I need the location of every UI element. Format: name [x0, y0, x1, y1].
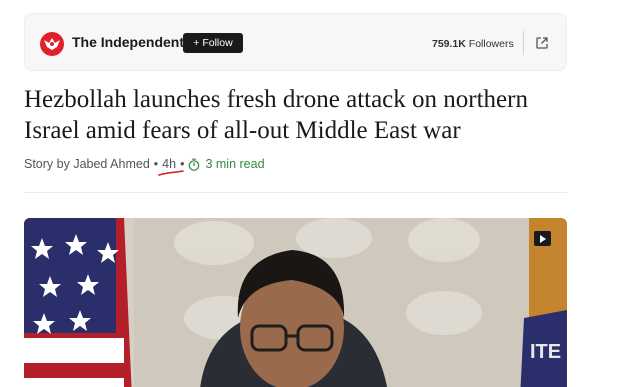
svg-text:ITE: ITE	[530, 341, 561, 363]
article-headline: Hezbollah launches fresh drone attack on…	[24, 86, 528, 144]
author-byline: Story by Jabed Ahmed	[24, 157, 150, 171]
red-underline-mark	[158, 170, 184, 176]
read-time: 3 min read	[188, 157, 265, 171]
publisher-name[interactable]: The Independent	[72, 34, 184, 50]
eagle-logo-icon[interactable]	[40, 32, 64, 56]
article-video[interactable]: ITE	[24, 218, 567, 387]
video-frame-image: ITE	[24, 218, 567, 387]
article-age-text: 4h	[162, 157, 177, 171]
follow-button[interactable]: + Follow	[183, 33, 243, 53]
external-share-icon[interactable]	[534, 35, 550, 51]
read-time-text: 3 min read	[205, 157, 265, 171]
byline-separator: •	[180, 157, 185, 171]
followers-number: 759.1K	[432, 38, 466, 50]
play-icon[interactable]	[534, 231, 551, 246]
publisher-divider	[523, 31, 524, 55]
publisher-bar: The Independent + Follow 759.1K Follower…	[24, 13, 567, 71]
section-divider	[24, 192, 567, 193]
article-byline: Story by Jabed Ahmed • 4h • 3 min read	[24, 157, 265, 176]
timer-icon	[189, 158, 200, 171]
article-age: 4h	[158, 157, 184, 176]
followers-label: Followers	[468, 38, 514, 50]
followers-count: 759.1K Followers	[432, 38, 514, 50]
byline-separator: •	[153, 157, 159, 171]
